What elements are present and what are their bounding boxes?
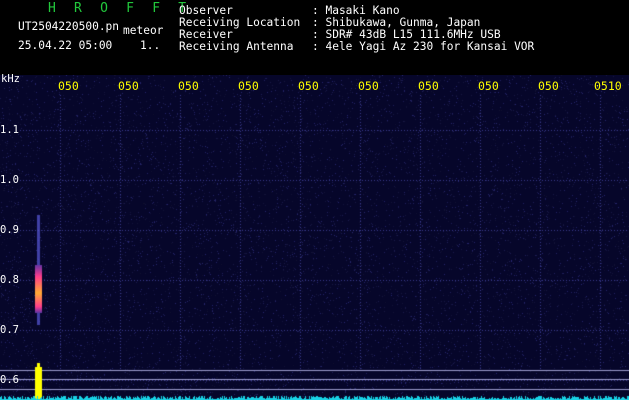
- time-tick: 050: [58, 79, 79, 93]
- frequency-tick: 0.8: [0, 274, 19, 286]
- time-tick: 050: [418, 79, 439, 93]
- antenna-label: Receiving Antenna: [179, 40, 294, 53]
- time-tick: 050: [538, 79, 559, 93]
- frequency-tick: 0.6: [0, 374, 19, 386]
- frequency-tick: 1.1: [0, 124, 19, 136]
- spectrogram: [0, 75, 629, 400]
- time-tick: 050: [478, 79, 499, 93]
- frequency-tick: 0.7: [0, 324, 19, 336]
- time-tick: 050: [118, 79, 139, 93]
- time-tick: 050: [298, 79, 319, 93]
- app-title: H R O F F T: [48, 1, 192, 16]
- header: H R O F F T UT2504220500.pn meteor 25.04…: [0, 0, 629, 75]
- meteor-label: meteor: [123, 24, 164, 37]
- antenna-value: : 4ele Yagi Az 230 for Kansai VOR: [312, 40, 535, 53]
- frequency-tick: 0.9: [0, 224, 19, 236]
- time-tick: 0510: [594, 79, 622, 93]
- filename: UT2504220500.pn: [18, 20, 120, 33]
- antenna-row: Receiving Antenna : 4ele Yagi Az 230 for …: [179, 41, 534, 53]
- datetime: 25.04.22 05:00: [18, 39, 113, 52]
- frequency-unit-label: kHz: [1, 73, 20, 85]
- frequency-tick: 1.0: [0, 174, 19, 186]
- time-tick: 050: [358, 79, 379, 93]
- time-tick: 050: [178, 79, 199, 93]
- counter: 1..: [140, 39, 161, 52]
- time-tick: 050: [238, 79, 259, 93]
